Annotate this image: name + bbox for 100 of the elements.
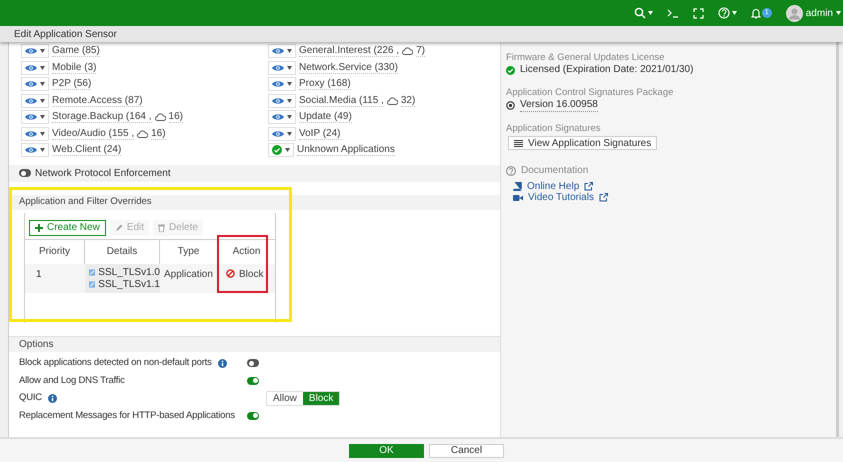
section-title: Options bbox=[19, 338, 54, 352]
category-label: Network.Service (330) bbox=[299, 62, 398, 74]
option-label: Replacement Messages for HTTP-based Applications bbox=[19, 408, 235, 423]
section-label: Network Protocol Enforcement bbox=[35, 166, 171, 180]
eye-icon bbox=[25, 80, 37, 88]
user-name: admin bbox=[806, 6, 833, 20]
search-button[interactable] bbox=[634, 7, 653, 19]
user-menu[interactable]: admin bbox=[786, 4, 841, 22]
external-link-icon bbox=[584, 182, 594, 191]
table-cell-text: Block bbox=[239, 268, 264, 282]
column-header: Type bbox=[178, 245, 200, 259]
cloud-icon bbox=[154, 113, 166, 122]
eye-icon bbox=[272, 96, 284, 105]
toggle-switch[interactable] bbox=[247, 359, 259, 368]
help-icon bbox=[506, 166, 516, 176]
info-heading: Firmware & General Updates License bbox=[506, 52, 666, 64]
caret-icon bbox=[40, 49, 45, 54]
eye-icon bbox=[272, 47, 284, 56]
action-dropdown[interactable] bbox=[268, 60, 296, 75]
view-signatures-button[interactable]: View Application Signatures bbox=[508, 136, 658, 150]
category-label: Web.Client (24) bbox=[52, 144, 122, 156]
cloud-icon bbox=[386, 96, 398, 105]
plus-icon bbox=[35, 224, 43, 232]
license-status: Licensed (Expiration Date: 2021/01/30) bbox=[520, 64, 694, 76]
caret-icon bbox=[836, 11, 841, 15]
caret-icon bbox=[40, 98, 45, 103]
action-dropdown[interactable] bbox=[21, 60, 49, 75]
help-icon bbox=[718, 7, 730, 19]
eye-icon bbox=[272, 113, 284, 122]
avatar-icon bbox=[786, 4, 803, 22]
option-label: Allow and Log DNS Traffic bbox=[19, 374, 125, 388]
caret-icon bbox=[40, 82, 45, 86]
caret-icon bbox=[287, 115, 292, 120]
category-label: Unknown Applications bbox=[297, 144, 395, 156]
action-dropdown[interactable] bbox=[21, 44, 49, 58]
eye-icon bbox=[272, 80, 284, 88]
eye-icon bbox=[25, 113, 37, 122]
cloud-icon bbox=[402, 47, 414, 56]
action-dropdown[interactable] bbox=[268, 126, 296, 141]
info-heading: Documentation bbox=[521, 164, 588, 178]
fullscreen-icon bbox=[692, 8, 704, 18]
category-label: General.Interest (226 , bbox=[299, 45, 400, 58]
category-label: VoIP (24) bbox=[299, 128, 341, 140]
eye-icon bbox=[25, 64, 37, 72]
check-circle-icon bbox=[506, 66, 515, 74]
section-title: Application and Filter Overrides bbox=[19, 194, 152, 209]
action-dropdown[interactable] bbox=[268, 143, 294, 158]
package-version: Version 16.00958 bbox=[520, 99, 598, 112]
category-label: Storage.Backup (164 , bbox=[52, 111, 152, 124]
action-dropdown[interactable] bbox=[21, 94, 49, 108]
caret-icon bbox=[287, 132, 292, 136]
column-header: Priority bbox=[38, 245, 70, 259]
eye-icon bbox=[272, 130, 284, 138]
application-name: SSL_TLSv1.1 bbox=[98, 278, 160, 292]
action-dropdown[interactable] bbox=[268, 94, 296, 108]
documentation-link[interactable]: Video Tutorials bbox=[513, 192, 836, 203]
application-name: SSL_TLSv1.0 bbox=[98, 266, 160, 280]
eye-icon bbox=[25, 146, 37, 154]
category-label: Proxy (168) bbox=[299, 78, 351, 90]
caret-icon bbox=[648, 11, 653, 15]
caret-icon bbox=[40, 132, 45, 136]
search-icon bbox=[634, 7, 646, 19]
caret-icon bbox=[287, 82, 292, 86]
action-dropdown[interactable] bbox=[268, 110, 296, 124]
action-dropdown[interactable] bbox=[21, 77, 49, 92]
caret-icon bbox=[40, 115, 45, 120]
action-dropdown[interactable] bbox=[21, 110, 49, 124]
list-icon bbox=[514, 140, 523, 146]
cloud-count: 7) bbox=[416, 45, 425, 58]
category-label: P2P (56) bbox=[52, 78, 92, 90]
action-dropdown[interactable] bbox=[21, 143, 49, 158]
table-cell: 1 bbox=[36, 268, 42, 280]
eye-icon bbox=[272, 64, 284, 72]
target-icon bbox=[506, 101, 515, 110]
pencil-icon bbox=[114, 224, 123, 232]
toggle-switch[interactable] bbox=[247, 412, 259, 420]
category-label: Video/Audio (155 , bbox=[52, 128, 134, 140]
cancel-button[interactable]: Cancel bbox=[429, 444, 504, 458]
documentation-link[interactable]: Online Help bbox=[513, 181, 836, 192]
column-header: Details bbox=[106, 245, 138, 259]
column-header: Action bbox=[232, 245, 260, 259]
action-dropdown[interactable] bbox=[268, 44, 296, 58]
table-cell: Application bbox=[164, 268, 213, 280]
help-button[interactable] bbox=[718, 7, 737, 19]
segment-button[interactable]: Block bbox=[302, 392, 340, 405]
caret-icon bbox=[285, 148, 290, 152]
category-label: Remote.Access (87) bbox=[52, 94, 143, 107]
trash-icon bbox=[158, 224, 166, 232]
eye-icon bbox=[25, 96, 37, 105]
caret-icon bbox=[287, 98, 292, 103]
category-label: Game (85) bbox=[52, 45, 100, 58]
toolbar-button[interactable]: Create New bbox=[29, 220, 106, 236]
toggle-switch[interactable] bbox=[19, 169, 31, 177]
ok-button[interactable]: OK bbox=[349, 444, 424, 458]
toggle-switch[interactable] bbox=[247, 376, 259, 385]
action-dropdown[interactable] bbox=[21, 126, 49, 141]
option-label: Block applications detected on non-default ports bbox=[19, 356, 212, 370]
info-heading: Application Control Signatures Package bbox=[506, 87, 674, 99]
action-dropdown[interactable] bbox=[268, 77, 296, 92]
block-icon bbox=[226, 268, 235, 278]
